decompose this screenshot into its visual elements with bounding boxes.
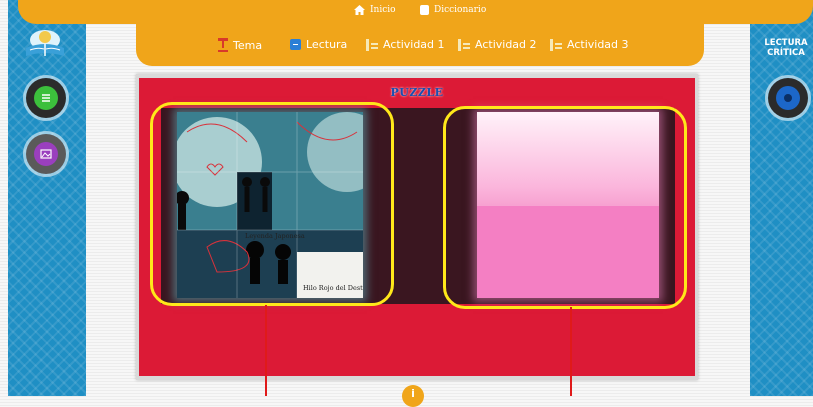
highlight-ring-left — [150, 102, 394, 306]
list-icon — [34, 86, 58, 110]
dictionary-label: Diccionario — [434, 5, 487, 15]
activity-icon — [458, 38, 470, 51]
reading-icon — [290, 39, 301, 50]
activity-icon — [550, 38, 562, 51]
lectura-critica-title: LECTURA CRÍTICA — [764, 38, 808, 58]
title-line-1: LECTURA — [764, 38, 808, 48]
tab-label: Actividad 3 — [567, 38, 629, 51]
gallery-button[interactable] — [26, 134, 66, 174]
dictionary-link[interactable]: Diccionario — [420, 5, 486, 15]
dictionary-icon — [420, 5, 429, 15]
activity-icon — [366, 38, 378, 51]
target-icon — [776, 86, 800, 110]
tab-label: Actividad 1 — [383, 38, 445, 51]
home-link[interactable]: Inicio — [354, 5, 396, 15]
tab-lectura[interactable]: Lectura — [290, 38, 347, 51]
critical-reading-button[interactable] — [768, 78, 808, 118]
tab-label: Actividad 2 — [475, 38, 537, 51]
home-label: Inicio — [370, 5, 396, 15]
right-sidebar — [750, 0, 813, 396]
pencil-icon — [218, 38, 228, 52]
pointer-line-left — [265, 305, 267, 396]
highlight-ring-right — [443, 106, 687, 309]
tab-label: Lectura — [306, 38, 348, 51]
home-icon — [354, 5, 365, 15]
title-line-2: CRÍTICA — [767, 48, 805, 58]
pointer-line-right — [570, 307, 572, 396]
section-navbar: Tema Lectura Actividad 1 Actividad 2 Act… — [136, 24, 704, 66]
tab-tema[interactable]: Tema — [218, 38, 262, 52]
content-menu-button[interactable] — [26, 78, 66, 118]
logo-book-icon[interactable] — [22, 26, 68, 62]
info-icon[interactable]: i — [402, 385, 424, 407]
image-icon — [34, 142, 58, 166]
tab-actividad-2[interactable]: Actividad 2 — [458, 38, 537, 51]
tab-label: Tema — [233, 38, 263, 52]
top-navbar: Inicio Diccionario — [18, 0, 813, 24]
puzzle-title: PUZZLE — [390, 86, 444, 99]
tab-actividad-3[interactable]: Actividad 3 — [550, 38, 629, 51]
tab-actividad-1[interactable]: Actividad 1 — [366, 38, 445, 51]
